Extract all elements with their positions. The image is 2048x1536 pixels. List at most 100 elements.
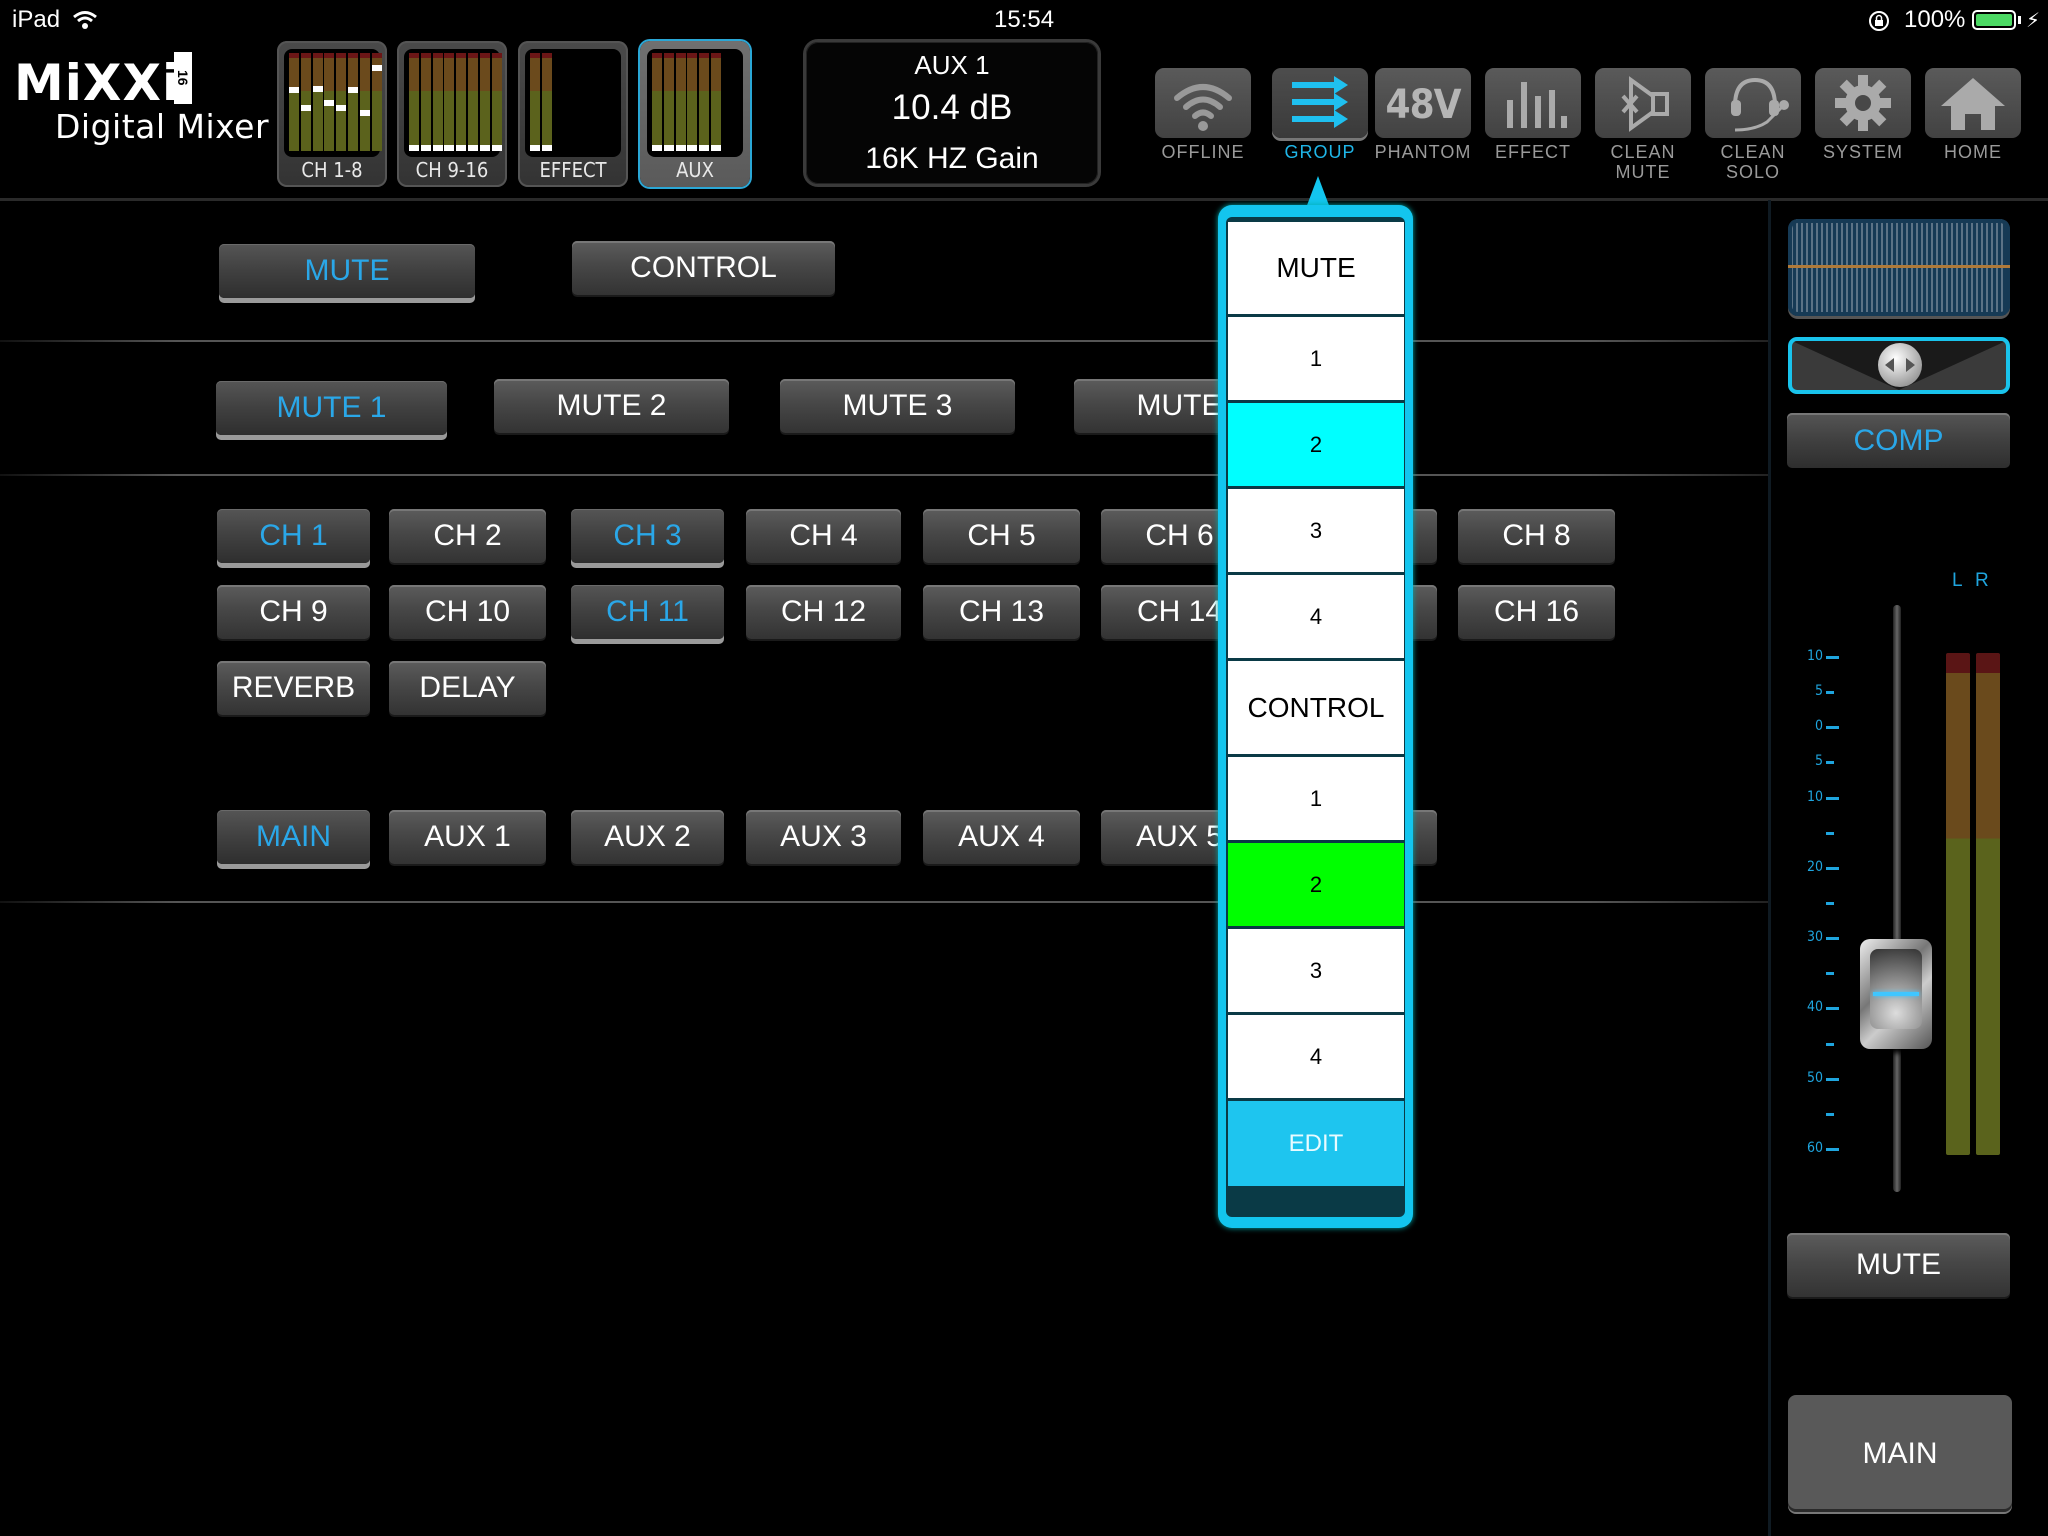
channel-button-ch-3[interactable]: CH 3 [571, 509, 724, 563]
mini-meter-bar [456, 53, 467, 151]
mini-meter-bar [699, 53, 710, 151]
channel-button-ch-10[interactable]: CH 10 [389, 585, 546, 639]
section-divider [0, 474, 1768, 476]
scale-label: 40 [1806, 999, 1823, 1016]
output-button-aux-2[interactable]: AUX 2 [571, 810, 724, 864]
status-device: iPad [12, 6, 61, 33]
mini-meter-bar [663, 53, 674, 151]
meter-tab-aux[interactable]: AUX [640, 41, 750, 187]
group-button[interactable] [1272, 68, 1368, 138]
group-label: GROUP [1284, 142, 1356, 162]
popover-control-item[interactable]: 1 [1228, 757, 1404, 840]
popover-list: MUTE 1 2 3 4 CONTROL 1 2 3 4 EDIT [1226, 217, 1405, 1217]
mute-group-2-button[interactable]: MUTE 2 [494, 379, 729, 433]
mini-fader-cap [348, 87, 358, 94]
wifi-status-icon [73, 11, 97, 29]
mini-fader-cap [324, 99, 335, 106]
comp-button[interactable]: COMP [1787, 413, 2010, 468]
mini-fader-cap [312, 86, 323, 93]
meter-tab-effect[interactable]: EFFECT [518, 41, 628, 187]
pan-knob[interactable] [1878, 343, 1922, 387]
clean-solo-label: CLEAN SOLO [1720, 142, 1786, 182]
popover-mute-item[interactable]: 4 [1228, 575, 1404, 658]
mini-meter-bar [468, 53, 478, 151]
mini-meter-bar [409, 53, 419, 151]
display-value: 10.4 dB [891, 88, 1013, 127]
mute-group-1-button[interactable]: MUTE 1 [216, 381, 447, 435]
mini-meter-bar [652, 53, 662, 151]
display-parameter: 16K HZ Gain [865, 142, 1039, 175]
popover-mute-item[interactable]: 3 [1228, 489, 1404, 572]
output-button-aux-1[interactable]: AUX 1 [389, 810, 546, 864]
scale-tick [1826, 1077, 1839, 1081]
clean-mute-button[interactable] [1595, 68, 1691, 138]
home-label: HOME [1944, 142, 2002, 162]
scale-tick [1826, 1112, 1834, 1116]
mini-meter-bar [541, 53, 552, 151]
mini-meter-bar [491, 53, 502, 151]
offline-button[interactable] [1155, 68, 1251, 138]
channel-button-reverb[interactable]: REVERB [217, 661, 370, 715]
mini-fader-cap [359, 110, 370, 117]
channel-button-ch-5[interactable]: CH 5 [923, 509, 1080, 563]
output-button-aux-3[interactable]: AUX 3 [746, 810, 901, 864]
scale-label: 30 [1806, 929, 1823, 946]
channel-button-ch-11[interactable]: CH 11 [571, 585, 724, 639]
meter-tab-screen [647, 49, 743, 157]
popover-mute-item[interactable]: 2 [1228, 403, 1404, 486]
popover-edit-button[interactable]: EDIT [1228, 1101, 1404, 1186]
channel-button-ch-9[interactable]: CH 9 [217, 585, 370, 639]
logo-brand: MiXXi [14, 54, 181, 112]
channel-button-ch-13[interactable]: CH 13 [923, 585, 1080, 639]
channel-button-ch-2[interactable]: CH 2 [389, 509, 546, 563]
meter-tab-screen [284, 49, 382, 157]
pan-slider[interactable] [1788, 337, 2010, 394]
mini-fader-cap [711, 145, 721, 151]
offline-label: OFFLINE [1161, 142, 1245, 162]
meter-tab-label: AUX [676, 158, 714, 182]
home-button[interactable] [1925, 68, 2021, 138]
popover-control-item[interactable]: 4 [1228, 1015, 1404, 1098]
meter-tab-label: CH 9-16 [415, 158, 489, 182]
output-button-main[interactable]: MAIN [217, 810, 370, 864]
popover-control-header: CONTROL [1228, 661, 1404, 754]
channel-button-ch-8[interactable]: CH 8 [1458, 509, 1615, 563]
mini-fader-cap [444, 145, 455, 151]
group-type-mute-button[interactable]: MUTE [219, 244, 475, 298]
clean-mute-label: CLEAN MUTE [1610, 142, 1676, 182]
scale-tick [1826, 831, 1834, 835]
mini-fader-cap [675, 145, 686, 151]
clean-solo-button[interactable] [1705, 68, 1801, 138]
mini-meter-bar [289, 53, 299, 151]
fader-knob[interactable] [1860, 938, 1932, 1049]
effect-button[interactable] [1485, 68, 1581, 138]
meter-tab-label: EFFECT [539, 158, 607, 182]
meter-tab-ch-1-8[interactable]: CH 1-8 [277, 41, 387, 187]
phantom-button[interactable]: 48V [1375, 68, 1471, 138]
eq-curve [1788, 265, 2010, 268]
group-type-control-button[interactable]: CONTROL [572, 241, 835, 295]
system-button[interactable] [1815, 68, 1911, 138]
panel-separator [1768, 200, 1771, 1536]
mini-fader-cap [541, 145, 552, 151]
channel-button-ch-12[interactable]: CH 12 [746, 585, 901, 639]
mini-fader-cap [432, 145, 443, 151]
mini-meter-bar [479, 53, 490, 151]
channel-button-delay[interactable]: DELAY [389, 661, 546, 715]
mini-meter-bar [432, 53, 443, 151]
mini-fader-cap [300, 105, 311, 112]
channel-button-ch-4[interactable]: CH 4 [746, 509, 901, 563]
output-button-aux-4[interactable]: AUX 4 [923, 810, 1080, 864]
mute-group-3-button[interactable]: MUTE 3 [780, 379, 1015, 433]
channel-button-ch-1[interactable]: CH 1 [217, 509, 370, 563]
channel-mute-button[interactable]: MUTE [1787, 1233, 2010, 1297]
popover-control-item[interactable]: 3 [1228, 929, 1404, 1012]
meter-tab-ch-9-16[interactable]: CH 9-16 [397, 41, 507, 187]
channel-button-ch-16[interactable]: CH 16 [1458, 585, 1615, 639]
meter-label-left: L [1952, 570, 1963, 591]
popover-mute-item[interactable]: 1 [1228, 317, 1404, 400]
main-output-button[interactable]: MAIN [1788, 1395, 2012, 1512]
logo-model: 16 [174, 52, 192, 104]
eq-display[interactable] [1788, 219, 2010, 316]
popover-control-item[interactable]: 2 [1228, 843, 1404, 926]
